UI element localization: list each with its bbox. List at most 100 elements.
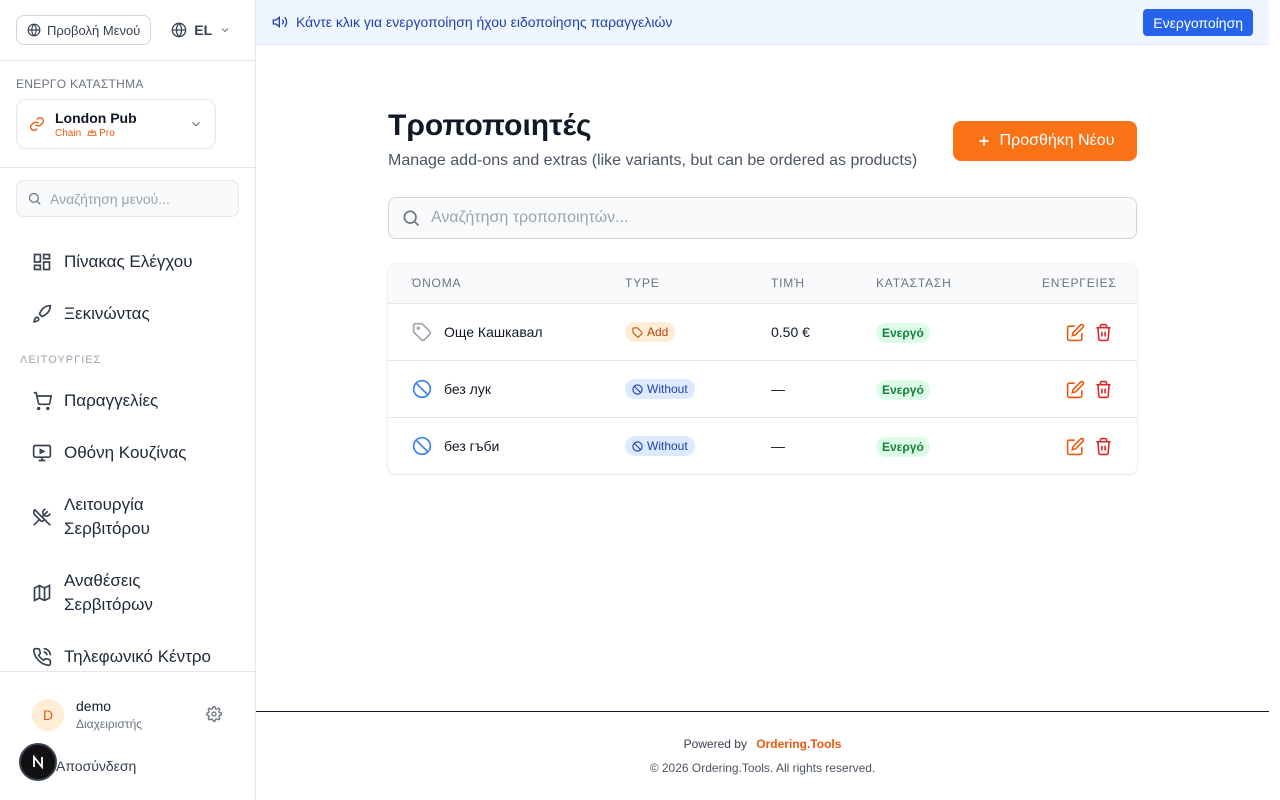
powered-by: Powered by Ordering.Tools (256, 737, 1269, 751)
enable-sound-button[interactable]: Ενεργοποίηση (1143, 9, 1253, 36)
search-icon (27, 191, 42, 206)
modifiers-table: ΌΝΟΜΑ TYPE ΤΙΜΉ ΚΑΤΆΣΤΑΣΗ ΕΝΈΡΓΕΙΕΣ Още … (388, 264, 1137, 474)
sidebar-item-label: Αναθέσεις Σερβιτόρων (64, 571, 153, 614)
status-badge: Ενεργό (876, 323, 930, 343)
banner-text: Κάντε κλικ για ενεργοποίηση ήχου ειδοποί… (296, 14, 673, 30)
powered-by-label: Powered by (683, 737, 747, 751)
sidebar: Προβολή Μενού EL ΕΝΕΡΓΟ ΚΑΤΑΣΤΗΜΑ London… (0, 0, 256, 800)
modifier-price: — (771, 381, 785, 397)
table-row: без гъби Without — Ενεργό (388, 418, 1137, 474)
crown-icon: Pro (87, 128, 115, 139)
store-info: London Pub Chain Pro (55, 110, 137, 139)
type-badge: Add (625, 322, 676, 342)
chevron-down-icon (219, 24, 231, 36)
sidebar-item-orders[interactable]: Παραγγελίες (32, 389, 158, 413)
language-code: EL (194, 22, 213, 38)
trash-icon[interactable] (1094, 323, 1113, 342)
tag-icon (632, 326, 643, 338)
column-header-actions: ΕΝΈΡΓΕΙΕΣ (1042, 276, 1117, 290)
user-role: Διαχειριστής (76, 717, 143, 731)
globe-icon (27, 23, 41, 37)
sidebar-item-getting-started[interactable]: Ξεκινώντας (32, 302, 150, 326)
ban-icon (412, 436, 432, 456)
status-badge: Ενεργό (876, 380, 930, 400)
dev-tools-badge[interactable] (19, 743, 57, 781)
page-subtitle: Manage add-ons and extras (like variants… (388, 152, 918, 169)
language-selector[interactable]: EL (171, 22, 231, 38)
ban-icon (632, 383, 643, 395)
sidebar-item-label: Ξεκινώντας (64, 304, 150, 323)
type-badge: Without (625, 436, 695, 456)
view-menu-button[interactable]: Προβολή Μενού (16, 15, 152, 45)
avatar: D (32, 699, 64, 731)
modifier-price: — (771, 438, 785, 454)
store-type: Chain (55, 127, 82, 139)
active-store-caption: ΕΝΕΡΓΟ ΚΑΤΑΣΤΗΜΑ (16, 77, 144, 91)
store-selector[interactable]: London Pub Chain Pro (16, 99, 216, 149)
sidebar-item-label: Λειτουργία Σερβιτόρου (64, 495, 150, 538)
table-row: без лук Without — Ενεργό (388, 361, 1137, 418)
sidebar-item-call-center[interactable]: Τηλεφωνικό Κέντρο (32, 645, 211, 669)
sidebar-header: Προβολή Μενού EL (0, 0, 255, 61)
logout-button[interactable]: Αποσύνδεση (56, 758, 136, 774)
search-icon (401, 208, 421, 228)
brand-link[interactable]: Ordering.Tools (756, 737, 841, 751)
sound-notification-banner: Κάντε κλικ για ενεργοποίηση ήχου ειδοποί… (256, 0, 1269, 45)
type-badge: Without (625, 379, 695, 399)
edit-icon[interactable] (1066, 380, 1085, 399)
view-menu-label: Προβολή Μενού (47, 22, 141, 38)
gear-icon[interactable] (206, 706, 222, 722)
main-content: Τροποποιητές Manage add-ons and extras (… (256, 45, 1269, 711)
sidebar-item-label: Οθόνη Κουζίνας (64, 443, 187, 462)
column-header-price: ΤΙΜΉ (771, 276, 805, 290)
type-label: Without (647, 382, 688, 396)
sidebar-item-label: Τηλεφωνικό Κέντρο (64, 647, 211, 666)
modifier-name: без гъби (444, 438, 500, 454)
edit-icon[interactable] (1066, 437, 1085, 456)
sidebar-item-waiter-assignments[interactable]: Αναθέσεις Σερβιτόρων (32, 569, 222, 617)
footer: Powered by Ordering.Tools © 2026 Orderin… (256, 711, 1269, 800)
tag-icon (412, 322, 432, 342)
table-row: Още Кашкавал Add 0.50 € Ενεργό (388, 304, 1137, 361)
column-header-type: TYPE (625, 276, 660, 290)
rocket-icon (32, 304, 52, 324)
add-new-button[interactable]: Προσθήκη Νέου (953, 121, 1137, 161)
edit-icon[interactable] (1066, 323, 1085, 342)
plus-icon (976, 133, 992, 149)
ban-icon (412, 379, 432, 399)
chevron-down-icon (189, 117, 203, 131)
modifier-price: 0.50 € (771, 324, 810, 340)
phone-icon (32, 647, 52, 667)
modifier-search-input[interactable] (431, 209, 1111, 227)
active-store-section: ΕΝΕΡΓΟ ΚΑΤΑΣΤΗΜΑ London Pub Chain Pro (0, 61, 255, 168)
type-label: Add (647, 325, 669, 339)
column-header-status: ΚΑΤΆΣΤΑΣΗ (876, 276, 952, 290)
trash-icon[interactable] (1094, 437, 1113, 456)
page-title: Τροποποιητές (388, 109, 592, 142)
ban-icon (632, 440, 643, 452)
menu-search-input[interactable] (50, 190, 230, 207)
sidebar-item-label: Παραγγελίες (64, 391, 159, 410)
user-name: demo (76, 698, 112, 714)
speaker-icon (272, 14, 288, 30)
monitor-icon (32, 443, 52, 463)
trash-icon[interactable] (1094, 380, 1113, 399)
store-meta: Chain Pro (55, 128, 137, 139)
globe-icon (171, 22, 187, 38)
store-name: London Pub (55, 109, 137, 126)
add-new-label: Προσθήκη Νέου (999, 132, 1115, 149)
table-header: ΌΝΟΜΑ TYPE ΤΙΜΉ ΚΑΤΆΣΤΑΣΗ ΕΝΈΡΓΕΙΕΣ (388, 264, 1137, 304)
modifier-name: без лук (444, 381, 491, 397)
map-icon (32, 583, 52, 603)
type-label: Without (647, 439, 688, 453)
store-plan: Pro (99, 127, 115, 139)
sidebar-item-waiter-mode[interactable]: Λειτουργία Σερβιτόρου (32, 493, 222, 541)
link-icon (29, 116, 45, 132)
n-logo-icon (31, 755, 45, 769)
cart-icon (32, 391, 52, 411)
dashboard-icon (32, 252, 52, 272)
functions-caption: ΛΕΙΤΟΥΡΓΙΕΣ (20, 354, 102, 366)
sidebar-item-dashboard[interactable]: Πίνακας Ελέγχου (32, 250, 193, 274)
sidebar-item-kitchen-display[interactable]: Οθόνη Κουζίνας (32, 441, 187, 465)
utensils-crossed-icon (32, 507, 52, 527)
